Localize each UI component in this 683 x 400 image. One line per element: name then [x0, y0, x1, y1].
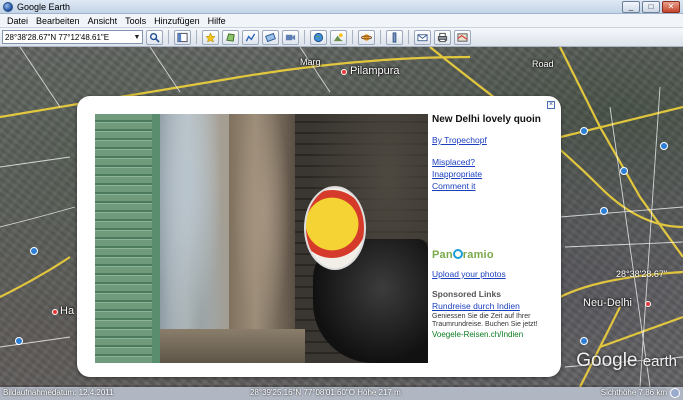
menu-hilfe[interactable]: Hilfe	[204, 16, 230, 26]
email-button[interactable]	[414, 29, 431, 45]
add-overlay-button[interactable]	[262, 29, 279, 45]
street-label: Marg	[300, 57, 321, 67]
toolbar-separator	[352, 30, 353, 44]
add-polygon-button[interactable]	[222, 29, 239, 45]
sidebar-icon	[177, 32, 188, 42]
toolbar-separator	[304, 30, 305, 44]
add-path-button[interactable]	[242, 29, 259, 45]
toolbar-separator	[196, 30, 197, 44]
toolbar-separator	[168, 30, 169, 44]
ad-url-link[interactable]: Voegele-Reisen.ch/Indien	[432, 330, 552, 339]
brand-google: Google	[576, 350, 638, 371]
photo-shutter-frame	[152, 114, 160, 363]
panoramio-photo-pin[interactable]	[620, 167, 628, 175]
ad-description: Geniessen Sie die Zeit auf Ihrer Traumru…	[432, 313, 538, 328]
window-title: Google Earth	[17, 1, 71, 12]
google-earth-app-icon	[3, 1, 13, 12]
google-earth-logo: Google earth	[576, 350, 677, 372]
status-bar: Bildaufnahmedatum: 12.4.2011 28°39'25.16…	[0, 385, 683, 400]
record-tour-button[interactable]	[282, 29, 299, 45]
ruler-button[interactable]	[386, 29, 403, 45]
photo-wall	[229, 114, 295, 363]
chevron-down-icon[interactable]: ▼	[132, 34, 142, 41]
place-label-pilampura[interactable]: Pilampura	[350, 65, 400, 77]
panoramio-logo-left: Pan	[432, 249, 453, 261]
photo-round-sign	[304, 186, 366, 270]
ruler-icon	[392, 31, 397, 43]
panoramio-photo[interactable]	[95, 114, 428, 363]
misplaced-link[interactable]: Misplaced?	[432, 157, 552, 167]
toolbar-separator	[380, 30, 381, 44]
panoramio-logo[interactable]: Pan ramio	[432, 249, 552, 261]
add-placemark-button[interactable]	[202, 29, 219, 45]
toolbar-separator	[408, 30, 409, 44]
panoramio-photo-pin[interactable]	[600, 207, 608, 215]
print-button[interactable]	[434, 29, 451, 45]
maximize-button[interactable]: □	[642, 1, 660, 13]
place-marker[interactable]	[341, 69, 347, 75]
magnifier-icon	[149, 32, 160, 43]
panoramio-logo-right: ramio	[462, 249, 494, 261]
close-window-button[interactable]: ✕	[662, 1, 680, 13]
upload-photos-link[interactable]: Upload your photos	[432, 269, 552, 279]
sunlight-button[interactable]	[330, 29, 347, 45]
tour-icon	[285, 34, 296, 40]
historical-imagery-button[interactable]	[310, 29, 327, 45]
sidebar-toggle-button[interactable]	[174, 29, 191, 45]
coordinate-label: 28°38'28.67"	[616, 269, 668, 279]
place-label-neu-delhi[interactable]: Neu-Delhi	[583, 297, 632, 309]
close-icon[interactable]: ×	[547, 101, 555, 109]
photo-green-shutter	[95, 114, 153, 363]
place-label-ha[interactable]: Ha	[60, 305, 74, 317]
maps-icon	[457, 32, 468, 42]
title-bar: Google Earth _ □ ✕	[0, 0, 683, 14]
panoramio-photo-pin[interactable]	[580, 127, 588, 135]
pointer-coordinates: 28°39'25.16"N 77°08'01.60"O Höhe 217 m	[250, 388, 401, 397]
ad-title-link[interactable]: Rundreise durch Indien	[432, 301, 552, 311]
author-link[interactable]: By Tropechopf	[432, 135, 552, 145]
photo-balloon: × New Delhi lovely quoin By Tropechopf M…	[77, 96, 561, 377]
print-icon	[437, 32, 448, 42]
place-marker[interactable]	[52, 309, 58, 315]
panoramio-photo-pin[interactable]	[15, 337, 23, 345]
place-marker[interactable]	[645, 301, 651, 307]
window-controls: _ □ ✕	[622, 1, 680, 13]
view-in-maps-button[interactable]	[454, 29, 471, 45]
overlay-icon	[265, 32, 276, 42]
polygon-icon	[226, 32, 235, 42]
search-button[interactable]	[146, 29, 163, 45]
menu-hinzufuegen[interactable]: Hinzufügen	[150, 16, 204, 26]
planet-icon	[361, 33, 372, 41]
brand-earth: earth	[642, 353, 677, 370]
email-icon	[417, 33, 428, 41]
sky-icon	[313, 32, 324, 42]
imagery-date: Bildaufnahmedatum: 12.4.2011	[3, 388, 114, 397]
switch-planet-button[interactable]	[358, 29, 375, 45]
toolbar: ▼	[0, 28, 683, 47]
sun-icon	[333, 32, 344, 41]
panoramio-o-icon	[452, 249, 463, 259]
balloon-info: New Delhi lovely quoin By Tropechopf Mis…	[432, 114, 552, 339]
search-input[interactable]	[3, 32, 132, 42]
street-label: Road	[532, 59, 554, 69]
eye-altitude: Sichthöhe 7.86 km	[600, 388, 667, 397]
sponsored-links-heading: Sponsored Links	[432, 289, 501, 299]
streaming-indicator-icon	[670, 387, 680, 398]
comment-link[interactable]: Comment it	[432, 181, 552, 191]
menu-ansicht[interactable]: Ansicht	[84, 16, 122, 26]
photo-wall	[159, 114, 229, 363]
minimize-button[interactable]: _	[622, 1, 640, 13]
photo-title: New Delhi lovely quoin	[432, 114, 541, 125]
placemark-icon	[205, 31, 216, 43]
panoramio-photo-pin[interactable]	[660, 142, 668, 150]
panoramio-photo-pin[interactable]	[580, 337, 588, 345]
panoramio-photo-pin[interactable]	[30, 247, 38, 255]
path-icon	[245, 32, 256, 41]
inappropriate-link[interactable]: Inappropriate	[432, 169, 552, 179]
menu-tools[interactable]: Tools	[121, 16, 150, 26]
menu-bar: Datei Bearbeiten Ansicht Tools Hinzufüge…	[0, 14, 683, 28]
menu-datei[interactable]: Datei	[3, 16, 32, 26]
menu-bearbeiten[interactable]: Bearbeiten	[32, 16, 84, 26]
search-box: ▼	[2, 30, 143, 44]
